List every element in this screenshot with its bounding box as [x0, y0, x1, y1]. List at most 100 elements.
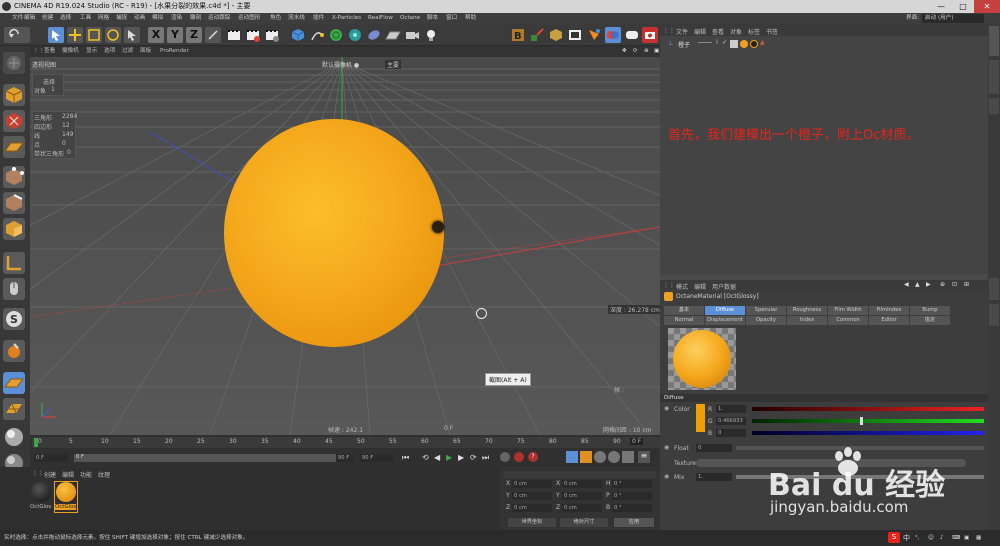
- viewport-move-icon[interactable]: ✥: [622, 46, 627, 57]
- octane-material-icon[interactable]: [605, 27, 621, 43]
- float-anim-dot-icon[interactable]: ◉: [664, 444, 669, 451]
- scale-key-icon[interactable]: [580, 451, 592, 463]
- position-key-icon[interactable]: [566, 451, 578, 463]
- float-value-field[interactable]: 0: [696, 444, 732, 452]
- menu-edit[interactable]: 编辑: [24, 13, 35, 24]
- coord-size-y-field[interactable]: 0 cm: [562, 492, 602, 500]
- tab-opacity[interactable]: Opacity: [746, 316, 786, 325]
- material-menu-function[interactable]: 功能: [80, 470, 92, 479]
- sculpt-brush-icon[interactable]: [3, 340, 25, 362]
- viewport-hud-label[interactable]: 主要: [385, 60, 402, 69]
- viewport-camera-label[interactable]: 默认摄像机 ●: [322, 60, 359, 69]
- coord-pos-z-field[interactable]: 0 cm: [512, 504, 552, 512]
- tab-index[interactable]: Index: [787, 316, 827, 325]
- coord-size-z-field[interactable]: 0 cm: [562, 504, 602, 512]
- prev-key-icon[interactable]: ⟲: [422, 453, 429, 462]
- next-key-icon[interactable]: ⟳: [470, 453, 477, 462]
- side-tab-attributes[interactable]: [989, 278, 999, 300]
- material-menu-texture[interactable]: 纹理: [98, 470, 110, 479]
- octane-image-icon[interactable]: [567, 27, 583, 43]
- size-mode-dropdown[interactable]: 绝对尺寸: [560, 518, 608, 527]
- menu-motion-tracking[interactable]: 运动跟踪: [208, 13, 230, 24]
- menu-snap[interactable]: 捕捉: [116, 13, 127, 24]
- viewport-menu-options[interactable]: 选项: [104, 46, 115, 57]
- color-swatch[interactable]: [696, 404, 705, 432]
- attr-menu-userdata[interactable]: 用户数据: [712, 282, 736, 291]
- keyframe-selection-icon[interactable]: ?: [528, 452, 538, 462]
- tab-film-width[interactable]: Film Width: [828, 306, 868, 315]
- menu-mesh[interactable]: 网格: [98, 13, 109, 24]
- goto-end-icon[interactable]: ⏭: [482, 453, 489, 463]
- timeline-ruler[interactable]: 0 5 10 15 20 25 30 35 40 45 50 55 60 65 …: [32, 437, 660, 448]
- tab-bump[interactable]: Bump: [910, 306, 950, 315]
- viewport-zoom-icon[interactable]: ⊕: [644, 46, 649, 57]
- attr-back-icon[interactable]: ◀: [904, 281, 909, 288]
- attr-search-icon[interactable]: ⊕: [940, 281, 945, 288]
- play-icon[interactable]: ▶: [446, 453, 452, 462]
- apply-button[interactable]: 应用: [614, 518, 654, 527]
- menu-help[interactable]: 帮助: [465, 13, 476, 24]
- texture-grid-icon[interactable]: [3, 398, 25, 420]
- texture-mode-icon[interactable]: [3, 110, 25, 132]
- menu-character[interactable]: 角色: [270, 13, 281, 24]
- material-menu-create[interactable]: 创建: [44, 470, 56, 479]
- orange-object[interactable]: [224, 119, 444, 347]
- maximize-button[interactable]: □: [952, 0, 974, 13]
- menu-mograph[interactable]: 运动图形: [238, 13, 260, 24]
- tab-displacement[interactable]: Displacement: [705, 316, 745, 325]
- preview-range-slider[interactable]: 0 F ▶: [74, 454, 344, 462]
- side-tab-layers[interactable]: [989, 304, 999, 326]
- mix-value-field[interactable]: 1.: [696, 473, 732, 481]
- menu-sculpt[interactable]: 雕刻: [190, 13, 201, 24]
- viewport-expand-icon[interactable]: ▣: [654, 46, 659, 57]
- ime-keyboard-icon[interactable]: ⌨: [952, 531, 960, 545]
- subdivision-surface-icon[interactable]: [328, 27, 344, 43]
- coord-rot-h-field[interactable]: 0 °: [612, 480, 652, 488]
- material-tag-icon[interactable]: [740, 40, 748, 48]
- preview-end-field[interactable]: 90 F: [336, 454, 354, 462]
- viewport-menu-display[interactable]: 显示: [86, 46, 97, 57]
- om-menu-bookmarks[interactable]: 书签: [766, 27, 778, 36]
- coord-rot-p-field[interactable]: 0 °: [612, 492, 652, 500]
- viewport-rotate-icon[interactable]: ⟳: [633, 46, 638, 57]
- material-swatch[interactable]: OctGlos: [30, 482, 52, 512]
- menu-window[interactable]: 窗口: [446, 13, 457, 24]
- tweak-mode-icon[interactable]: [3, 278, 25, 300]
- triangle-tag-icon[interactable]: ▲: [760, 39, 765, 46]
- menu-animate[interactable]: 动画: [134, 13, 145, 24]
- tab-roughness[interactable]: Roughness: [787, 306, 827, 315]
- tab-editor[interactable]: Editor: [869, 316, 909, 325]
- ime-language[interactable]: 中: [903, 531, 910, 545]
- enable-check-icon[interactable]: ✓: [722, 39, 727, 46]
- b-slider[interactable]: [752, 431, 984, 435]
- viewport-menu-prorender[interactable]: ProRender: [160, 46, 189, 57]
- tab-common[interactable]: Common: [828, 316, 868, 325]
- attr-menu-edit[interactable]: 编辑: [694, 282, 706, 291]
- g-value-field[interactable]: 0.466933: [716, 417, 746, 425]
- phong-tag-icon[interactable]: [730, 40, 738, 48]
- tab-assign[interactable]: 指定: [910, 316, 950, 325]
- tab-filmindex[interactable]: FilmIndex: [869, 306, 909, 315]
- menu-octane[interactable]: Octane: [400, 13, 420, 24]
- coordinate-system-icon[interactable]: [205, 27, 221, 43]
- sogou-ime-icon[interactable]: S: [888, 532, 900, 543]
- menu-file[interactable]: 文件: [12, 13, 23, 24]
- menu-select[interactable]: 选择: [60, 13, 71, 24]
- menu-create[interactable]: 创建: [42, 13, 53, 24]
- mix-anim-dot-icon[interactable]: ◉: [664, 473, 669, 480]
- viewport-menu-cameras[interactable]: 摄像机: [62, 46, 79, 57]
- last-tool-icon[interactable]: [124, 27, 140, 43]
- deformer-icon[interactable]: [366, 27, 382, 43]
- r-slider[interactable]: [752, 407, 984, 411]
- r-value-field[interactable]: 1.: [716, 405, 746, 413]
- tab-diffuse[interactable]: Diffuse: [705, 306, 745, 315]
- side-tab-objects[interactable]: [989, 26, 999, 56]
- menu-pipeline[interactable]: 流水线: [288, 13, 305, 24]
- attr-new-panel-icon[interactable]: ⊞: [964, 281, 969, 288]
- snap-icon[interactable]: S: [3, 308, 25, 330]
- render-to-picture-viewer-icon[interactable]: [245, 27, 261, 43]
- tab-basic[interactable]: 基本: [664, 306, 704, 315]
- menu-realflow[interactable]: RealFlow: [368, 13, 393, 24]
- om-menu-tags[interactable]: 标签: [748, 27, 760, 36]
- octane-tools-icon[interactable]: [529, 27, 545, 43]
